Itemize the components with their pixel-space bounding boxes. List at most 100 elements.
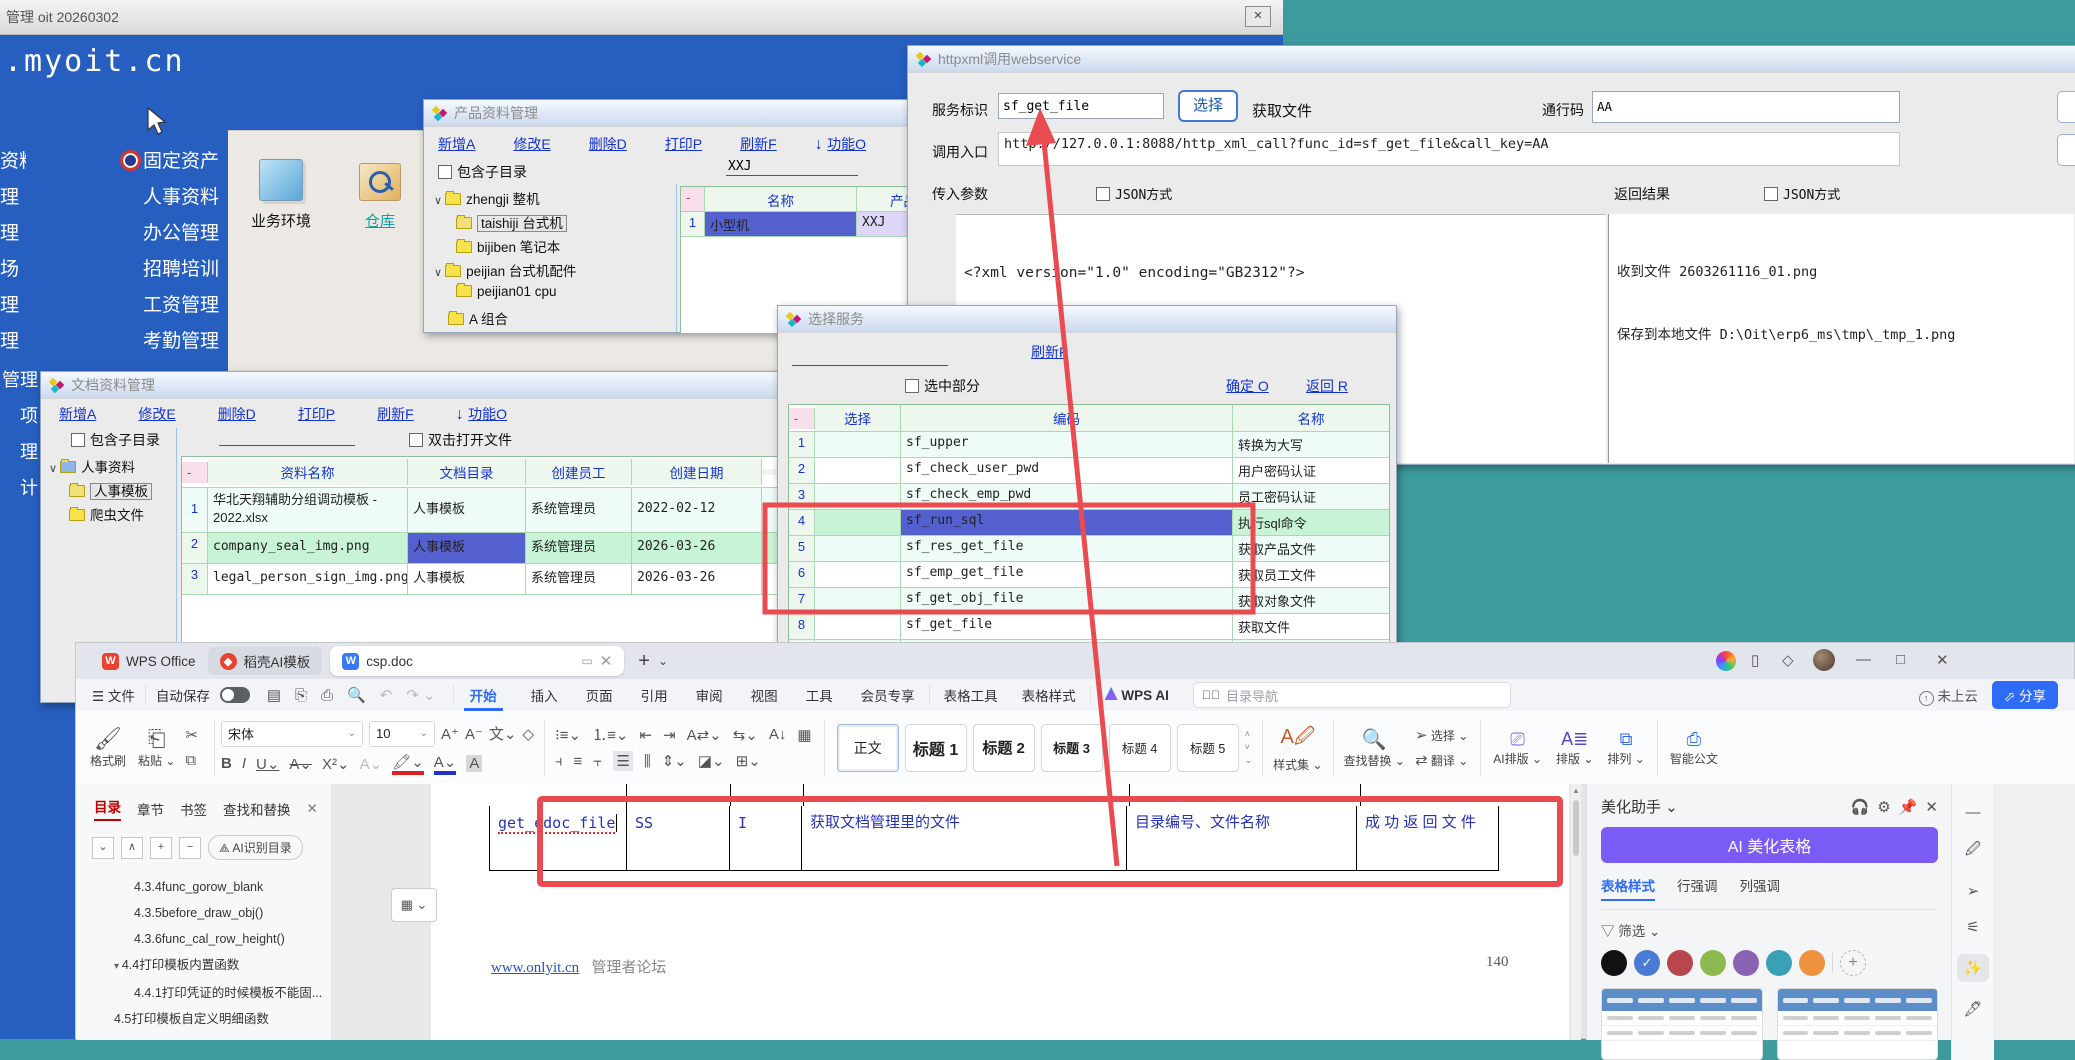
outline-item[interactable]: 4.3.4func_gorow_blank [76,874,331,900]
chevron-down-icon[interactable]: ∨ [49,463,57,475]
table-row[interactable]: 3 legal_person_sign_img.png 人事模板 系统管理员 2… [182,564,778,595]
monitor-icon[interactable]: ▭ [581,654,592,668]
cell-code[interactable]: sf_emp_get_file [901,562,1233,587]
doc-cell[interactable]: 目录编号、文件名称 [1127,806,1357,870]
col-rownum[interactable]: - [681,187,705,211]
document-window-titlebar[interactable]: 文档资料管理 [41,372,778,399]
style-heading1[interactable]: 标题 1 [905,724,967,772]
menu-view[interactable]: 视图 [751,685,778,705]
chevron-down-icon[interactable]: ▾ [114,961,122,972]
new-tab-button[interactable]: + [638,650,650,673]
sidebar-item-frag[interactable]: 资料 [0,146,26,182]
strikethrough-icon[interactable]: A⌄ [289,755,312,773]
nav-search-box[interactable]: ◯⃘ 目录导航 [1193,682,1511,708]
tab-docer-ai[interactable]: ◆ 稻壳AI模板 [208,647,323,675]
scroll-up-icon[interactable]: ▲ [1572,786,1580,795]
function-menu[interactable]: ↓ 功能O [456,404,507,424]
color-swatch-black[interactable] [1601,950,1627,976]
document-filter-input[interactable] [219,428,355,446]
zoom-in-icon[interactable]: + [150,837,172,859]
tab-row-emphasis[interactable]: 行强调 [1677,875,1718,901]
font-color-icon[interactable]: A⌄ [434,753,457,775]
maximize-icon[interactable]: □ [1896,651,1905,668]
menu-page[interactable]: 页面 [586,685,613,705]
share-button[interactable]: ⬀ 分享 [1992,681,2058,709]
char-scale-icon[interactable]: A⇄⌄ [687,726,722,744]
chevron-down-icon[interactable]: ∨ [434,195,442,207]
include-sub-checkbox[interactable]: 包含子目录 [438,162,527,182]
color-swatch-red[interactable] [1667,950,1693,976]
style-heading2[interactable]: 标题 2 [973,724,1035,772]
cell-name[interactable]: 获取文件 [1233,614,1389,639]
cell-file-name[interactable]: company_seal_img.png [208,533,408,563]
launcher-label[interactable]: 仓库 [350,210,410,231]
print-preview-icon[interactable]: 🔍 [347,686,366,704]
line-spacing-icon[interactable]: ⇕⌄ [662,752,687,770]
add-button[interactable]: 新增A [438,134,475,154]
style-heading5[interactable]: 标题 5 [1177,724,1239,772]
print-button[interactable]: 打印P [298,404,335,424]
outline-item[interactable]: 4.3.6func_cal_row_height() [76,926,331,952]
getfile-label[interactable]: 获取文件 [1252,100,1312,121]
package-icon[interactable]: ◇ [1782,651,1794,669]
clear-format-icon[interactable]: ◇ [522,725,534,743]
selected-part-checkbox[interactable]: 选中部分 [905,376,980,396]
expand-icon[interactable]: ∧ [121,837,143,859]
scroll-thumb[interactable] [1573,800,1579,856]
avatar[interactable] [1813,649,1835,671]
tab-table-style[interactable]: 表格样式 [1601,875,1655,901]
save-icon[interactable]: ▤ [267,686,281,704]
export-icon[interactable]: ⎘ [295,687,307,704]
paste-button[interactable]: ⎗ 粘贴 ⌄ [138,726,175,769]
cell-code[interactable]: sf_get_file [901,614,1233,639]
sidebar-item-frag[interactable]: 理 [0,438,38,474]
table-row[interactable]: 7 sf_get_obj_file 获取对象文件 [789,588,1389,614]
col-name[interactable]: 名称 [705,187,857,211]
tab-wps-office[interactable]: W WPS Office [90,647,208,675]
close-icon[interactable]: ✕ [1936,651,1949,669]
launcher-warehouse[interactable]: 仓库 [350,163,410,231]
tab-outline[interactable]: 目录 [94,796,121,821]
edit-button[interactable]: 修改E [138,404,175,424]
cell-file-name[interactable]: legal_person_sign_img.png [208,564,408,594]
color-swatch-teal[interactable] [1766,950,1792,976]
table-style-preview[interactable] [1777,988,1939,1060]
menu-table-tools[interactable]: 表格工具 [944,685,998,705]
delete-button[interactable]: 删除D [589,134,627,154]
translate-button[interactable]: ⇄ 翻译 ⌄ [1415,751,1468,769]
edit-button[interactable]: 修改E [513,134,550,154]
close-icon[interactable]: ✕ [1925,798,1938,816]
table-row[interactable]: 8 sf_get_file 获取文件 [789,614,1389,640]
result-box[interactable]: 收到文件 2603261116_01.png 保存到本地文件 D:\Oit\er… [1608,214,2074,463]
sidebar-item-frag[interactable]: 理 [0,290,26,326]
cell-code-selected[interactable]: sf_run_sql [901,510,1233,535]
shading-icon[interactable]: ◪⌄ [698,752,725,770]
sidebar-item-office-mgmt[interactable]: 办公管理 [143,218,223,254]
bullet-list-icon[interactable]: ⁝≡⌄ [555,726,581,744]
sidebar-item-frag[interactable]: 管理 [0,366,38,402]
menu-file[interactable]: ☰ 文件 [92,685,135,705]
cell-code[interactable]: sf_upper [901,432,1233,457]
dblclick-open-checkbox[interactable]: 双击打开文件 [409,430,512,450]
adjust-icon[interactable]: ⚟ [1966,918,1979,936]
table-style-preview[interactable] [1601,988,1763,1060]
tree-node[interactable]: bijiben 笔记本 [434,236,576,260]
close-panel-icon[interactable]: ✕ [307,801,318,817]
sidebar-item-frag[interactable]: 项 [0,402,38,438]
tab-find-replace[interactable]: 查找和替换 [223,799,291,819]
doc-table-row[interactable]: get_edoc_file SS I 获取文档管理里的文件 目录编号、文件名称 … [489,806,1499,871]
headset-icon[interactable]: 🎧 [1851,798,1870,816]
pen-icon[interactable]: 🖉 [1965,839,1981,864]
undo-icon[interactable]: ↶ [380,686,393,704]
sidebar-item-frag[interactable]: 理 [0,218,26,254]
tree-node[interactable]: ∨人事资料 [49,456,152,480]
sidebar-item-recruit[interactable]: 招聘培训 [143,254,223,290]
checkbox-icon[interactable] [71,433,85,447]
styles-more-icon[interactable]: ⌄ [1245,755,1253,766]
clipped-button[interactable] [2057,91,2075,123]
cell-name[interactable]: 获取产品文件 [1233,536,1389,561]
tree-node[interactable]: ∨zhengji 整机 [434,188,576,212]
tab-col-emphasis[interactable]: 列强调 [1740,875,1781,901]
ok-button[interactable]: 确定 O [1226,376,1269,396]
result-json-checkbox[interactable]: JSON方式 [1764,184,1840,204]
